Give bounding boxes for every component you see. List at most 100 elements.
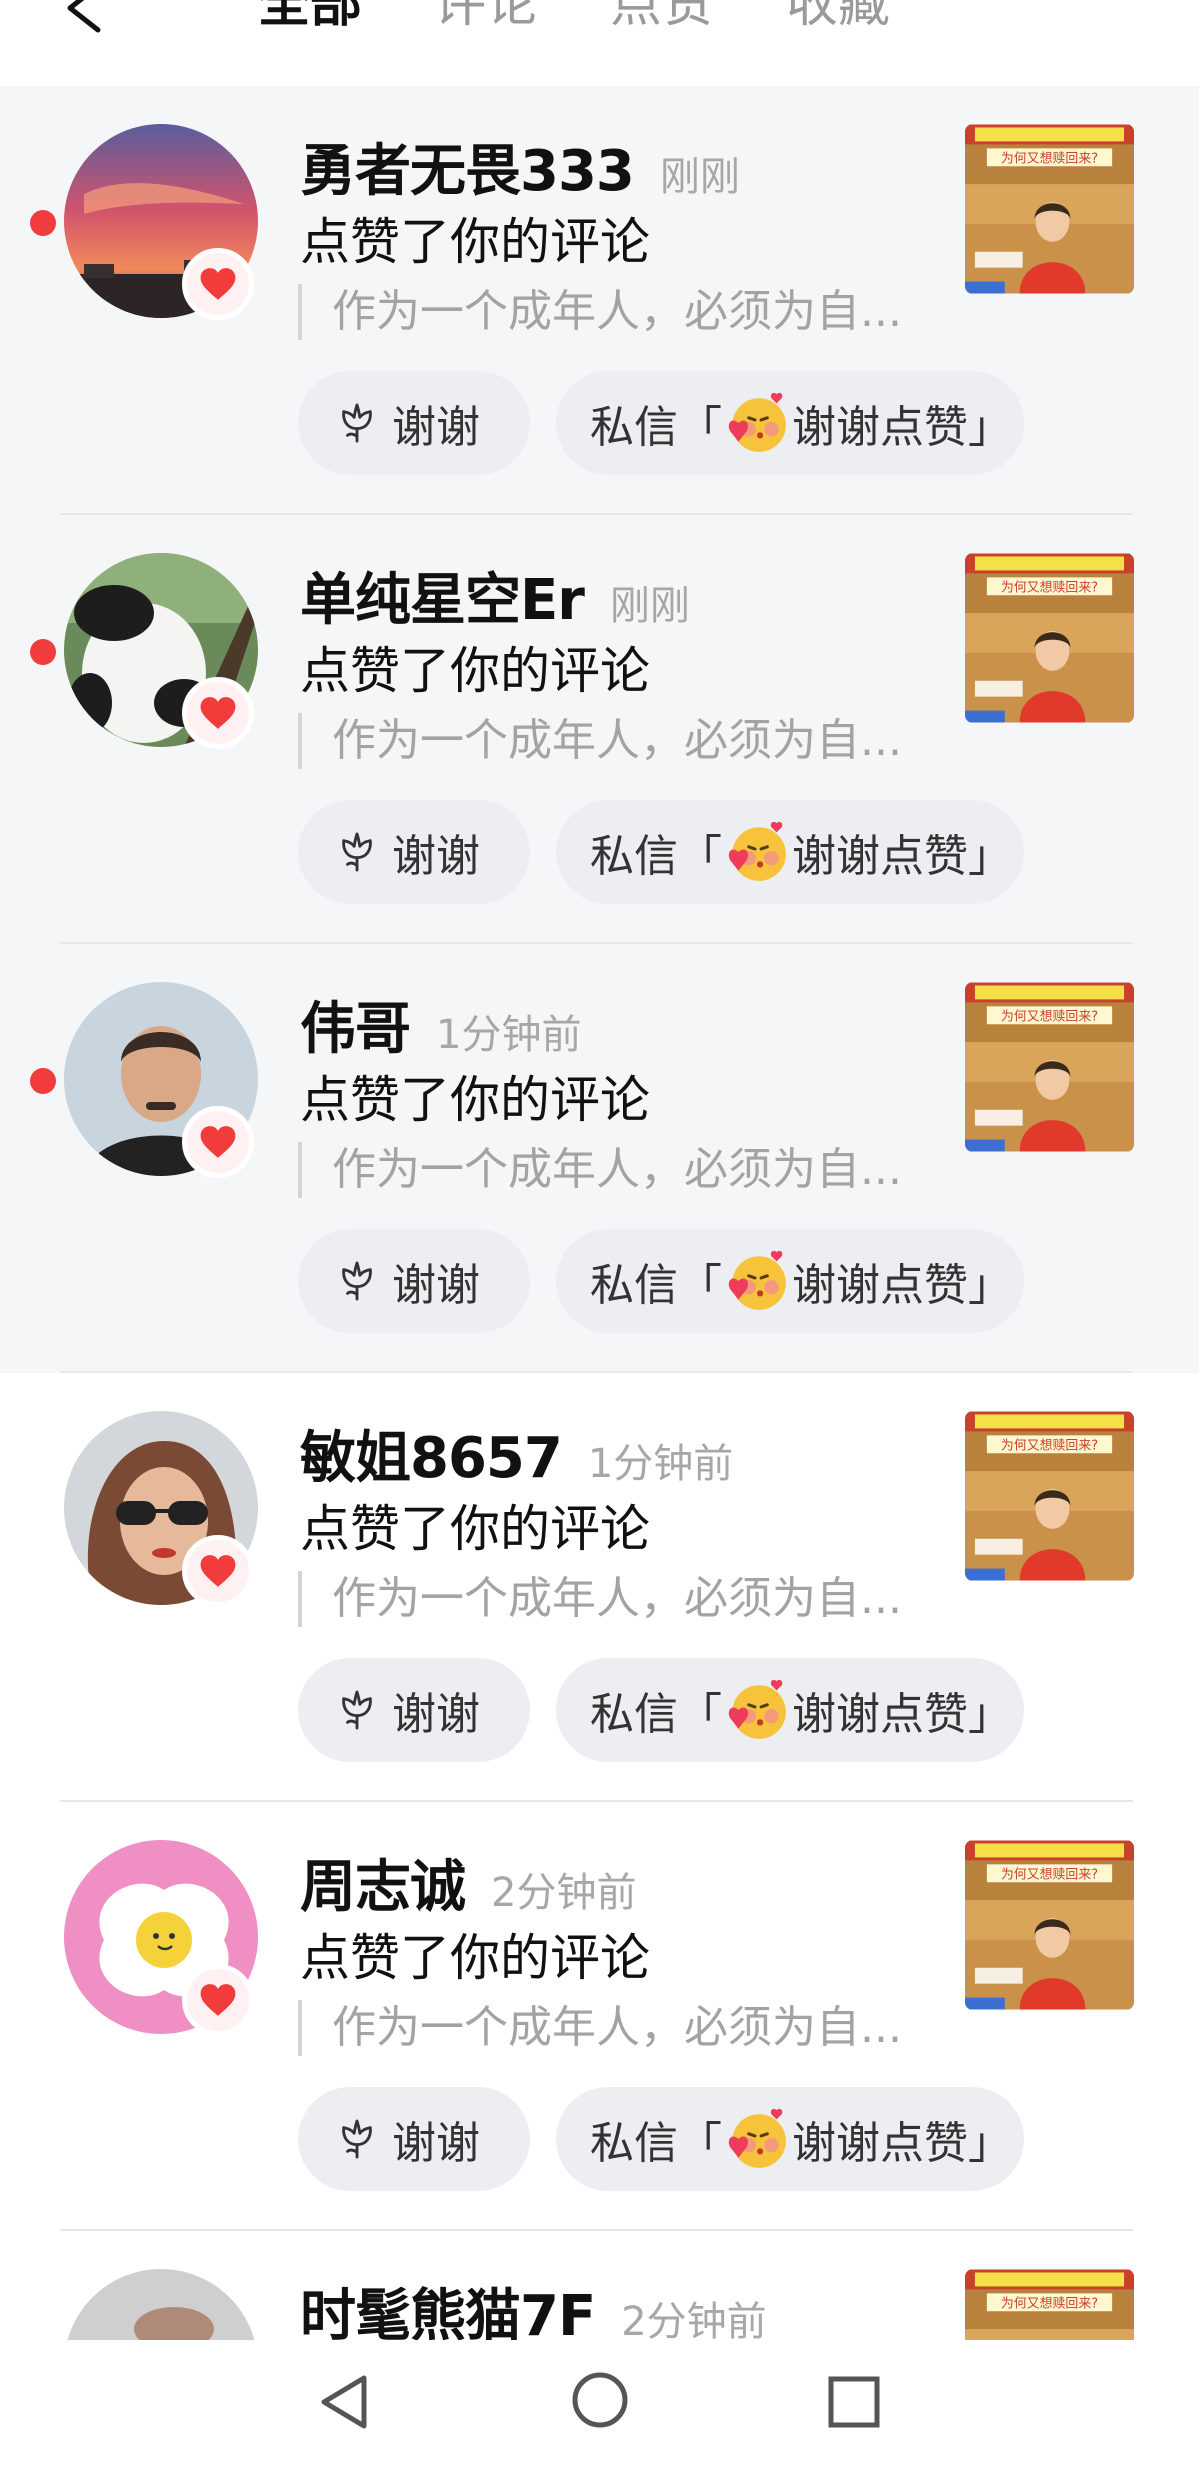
system-nav-bar xyxy=(0,2340,1199,2463)
dm-thanks-button[interactable]: 私信「 谢谢点赞」 xyxy=(556,800,1024,904)
username[interactable]: 敏姐8657 xyxy=(300,1413,563,1494)
notification-item[interactable]: 单纯星空Er 刚刚 点赞了你的评论 作为一个成年人，必须为自... 谢谢 私信「… xyxy=(0,515,1199,944)
notification-item[interactable]: 敏姐8657 1分钟前 点赞了你的评论 作为一个成年人，必须为自... 谢谢 私… xyxy=(0,1373,1199,1802)
timestamp: 1分钟前 xyxy=(436,1012,582,1058)
heart-icon xyxy=(199,1553,237,1589)
video-thumbnail[interactable] xyxy=(965,553,1134,723)
unread-dot xyxy=(30,210,56,236)
nav-home-button[interactable] xyxy=(570,2370,630,2434)
thanks-label: 谢谢 xyxy=(392,402,480,453)
username[interactable]: 勇者无畏333 xyxy=(300,126,635,207)
thanks-label: 谢谢 xyxy=(392,1260,480,1311)
comment-quote[interactable]: 作为一个成年人，必须为自... xyxy=(298,2000,902,2056)
flower-icon xyxy=(338,402,376,444)
video-thumbnail[interactable] xyxy=(965,1411,1134,1581)
unread-dot xyxy=(30,639,56,665)
name-row: 单纯星空Er 刚刚 xyxy=(300,555,690,636)
like-badge xyxy=(182,248,254,320)
dm-prefix: 私信「 xyxy=(590,831,722,882)
timestamp: 2分钟前 xyxy=(491,1870,637,1916)
dm-prefix: 私信「 xyxy=(590,1689,722,1740)
kiss-emoji-icon xyxy=(724,2106,790,2172)
dm-suffix: 谢谢点赞」 xyxy=(792,402,1012,453)
thanks-label: 谢谢 xyxy=(392,831,480,882)
tab-likes[interactable]: 点赞 xyxy=(610,0,714,36)
username[interactable]: 周志诚 xyxy=(300,1842,466,1923)
timestamp: 2分钟前 xyxy=(621,2299,767,2345)
kiss-emoji-icon xyxy=(724,1248,790,1314)
comment-quote[interactable]: 作为一个成年人，必须为自... xyxy=(298,1571,902,1627)
dm-thanks-button[interactable]: 私信「 谢谢点赞」 xyxy=(556,1229,1024,1333)
dm-suffix: 谢谢点赞」 xyxy=(792,1689,1012,1740)
chevron-left-icon xyxy=(67,0,101,33)
action-text: 点赞了你的评论 xyxy=(300,642,650,700)
username[interactable]: 伟哥 xyxy=(300,984,411,1065)
flower-icon xyxy=(338,831,376,873)
timestamp: 刚刚 xyxy=(609,583,690,629)
notification-item[interactable]: 周志诚 2分钟前 点赞了你的评论 作为一个成年人，必须为自... 谢谢 私信「 … xyxy=(0,1802,1199,2231)
heart-icon xyxy=(199,1124,237,1160)
thanks-label: 谢谢 xyxy=(392,1689,480,1740)
action-text: 点赞了你的评论 xyxy=(300,1500,650,1558)
name-row: 勇者无畏333 刚刚 xyxy=(300,126,740,207)
thanks-button[interactable]: 谢谢 xyxy=(298,371,530,475)
thanks-button[interactable]: 谢谢 xyxy=(298,800,530,904)
tab-comments[interactable]: 评论 xyxy=(434,0,538,36)
kiss-emoji-icon xyxy=(724,1677,790,1743)
tab-all[interactable]: 全部 xyxy=(258,0,362,36)
action-text: 点赞了你的评论 xyxy=(300,1929,650,1987)
comment-quote[interactable]: 作为一个成年人，必须为自... xyxy=(298,284,902,340)
dm-thanks-button[interactable]: 私信「 谢谢点赞」 xyxy=(556,371,1024,475)
like-badge xyxy=(182,1535,254,1607)
back-button[interactable] xyxy=(62,0,106,36)
thanks-button[interactable]: 谢谢 xyxy=(298,1229,530,1333)
like-badge xyxy=(182,1106,254,1178)
comment-quote[interactable]: 作为一个成年人，必须为自... xyxy=(298,1142,902,1198)
timestamp: 1分钟前 xyxy=(587,1441,734,1487)
dm-prefix: 私信「 xyxy=(590,402,722,453)
video-thumbnail[interactable] xyxy=(965,982,1134,1152)
triangle-back-icon xyxy=(321,2375,367,2429)
name-row: 敏姐8657 1分钟前 xyxy=(300,1413,733,1494)
thanks-button[interactable]: 谢谢 xyxy=(298,2087,530,2191)
dm-prefix: 私信「 xyxy=(590,1260,722,1311)
dm-suffix: 谢谢点赞」 xyxy=(792,831,1012,882)
flower-icon xyxy=(338,1689,376,1731)
heart-icon xyxy=(199,266,237,302)
dm-thanks-button[interactable]: 私信「 谢谢点赞」 xyxy=(556,1658,1024,1762)
notification-list: 勇者无畏333 刚刚 点赞了你的评论 作为一个成年人，必须为自... 谢谢 私信… xyxy=(0,86,1199,2481)
unread-dot xyxy=(30,1068,56,1094)
name-row: 周志诚 2分钟前 xyxy=(300,1842,636,1923)
dm-suffix: 谢谢点赞」 xyxy=(792,1260,1012,1311)
tab-bar: 全部 评论 点赞 收藏 xyxy=(258,0,962,36)
flower-icon xyxy=(338,1260,376,1302)
action-text: 点赞了你的评论 xyxy=(300,1071,650,1129)
like-badge xyxy=(182,1964,254,2036)
heart-icon xyxy=(199,1982,237,2018)
like-badge xyxy=(182,677,254,749)
video-thumbnail[interactable] xyxy=(965,1840,1134,2010)
top-bar: 全部 评论 点赞 收藏 xyxy=(0,0,1199,84)
timestamp: 刚刚 xyxy=(659,154,740,200)
square-recents-icon xyxy=(828,2376,880,2428)
nav-recents-button[interactable] xyxy=(826,2374,882,2434)
video-thumbnail[interactable] xyxy=(965,124,1134,294)
kiss-emoji-icon xyxy=(724,390,790,456)
dm-thanks-button[interactable]: 私信「 谢谢点赞」 xyxy=(556,2087,1024,2191)
comment-quote[interactable]: 作为一个成年人，必须为自... xyxy=(298,713,902,769)
dm-suffix: 谢谢点赞」 xyxy=(792,2118,1012,2169)
notification-item[interactable]: 勇者无畏333 刚刚 点赞了你的评论 作为一个成年人，必须为自... 谢谢 私信… xyxy=(0,86,1199,515)
name-row: 伟哥 1分钟前 xyxy=(300,984,581,1065)
thanks-label: 谢谢 xyxy=(392,2118,480,2169)
username[interactable]: 单纯星空Er xyxy=(300,555,585,636)
kiss-emoji-icon xyxy=(724,819,790,885)
circle-home-icon xyxy=(572,2372,628,2428)
dm-prefix: 私信「 xyxy=(590,2118,722,2169)
flower-icon xyxy=(338,2118,376,2160)
nav-back-button[interactable] xyxy=(316,2372,372,2436)
heart-icon xyxy=(199,695,237,731)
tab-favorites[interactable]: 收藏 xyxy=(786,0,890,36)
thanks-button[interactable]: 谢谢 xyxy=(298,1658,530,1762)
notification-item[interactable]: 伟哥 1分钟前 点赞了你的评论 作为一个成年人，必须为自... 谢谢 私信「 谢… xyxy=(0,944,1199,1373)
action-text: 点赞了你的评论 xyxy=(300,213,650,271)
